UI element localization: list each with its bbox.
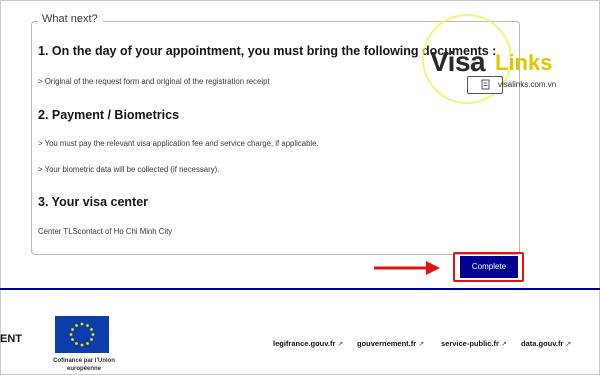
heading-visa-center: 3. Your visa center — [38, 195, 149, 209]
eu-cofinance-caption: Cofinancé par l'Union européenne — [53, 358, 115, 372]
footer-link-label: gouvernement.fr — [357, 339, 417, 348]
external-link-icon: ↗ — [500, 341, 507, 348]
external-link-icon: ↗ — [337, 341, 344, 348]
footer-link-data-gouv[interactable]: data.gouv.fr ↗ — [521, 339, 571, 348]
footer-link-label: data.gouv.fr — [521, 339, 564, 348]
footer-link-label: service-public.fr — [441, 339, 499, 348]
footer-link-label: legifrance.gouv.fr — [273, 339, 336, 348]
external-link-icon: ↗ — [565, 341, 572, 348]
eu-flag-icon — [55, 316, 109, 353]
complete-button[interactable]: Complete — [460, 256, 518, 278]
footer-link-service-public[interactable]: service-public.fr ↗ — [441, 339, 507, 348]
watermark-brand-visa: Visa — [430, 46, 486, 77]
footer-link-gouvernement[interactable]: gouvernement.fr ↗ — [357, 339, 424, 348]
panel-legend: What next? — [37, 13, 103, 25]
visa-center-name: Center TLScontact of Ho Chi Minh City — [38, 227, 173, 236]
item-pay-fee: > You must pay the relevant visa applica… — [38, 139, 319, 148]
watermark-brand-links: Links — [495, 50, 553, 75]
item-original-documents: > Original of the request form and origi… — [38, 77, 270, 86]
footer-brand-fragment: ENT — [0, 333, 22, 345]
arrow-right-icon — [374, 261, 440, 275]
heading-payment-biometrics: 2. Payment / Biometrics — [38, 108, 180, 122]
watermark-url: visalinks.com.vn — [498, 80, 557, 89]
item-biometric-data: > Your biometric data will be collected … — [38, 165, 220, 174]
footer-divider — [0, 288, 600, 290]
footer-link-legifrance[interactable]: legifrance.gouv.fr ↗ — [273, 339, 343, 348]
external-link-icon: ↗ — [418, 341, 425, 348]
